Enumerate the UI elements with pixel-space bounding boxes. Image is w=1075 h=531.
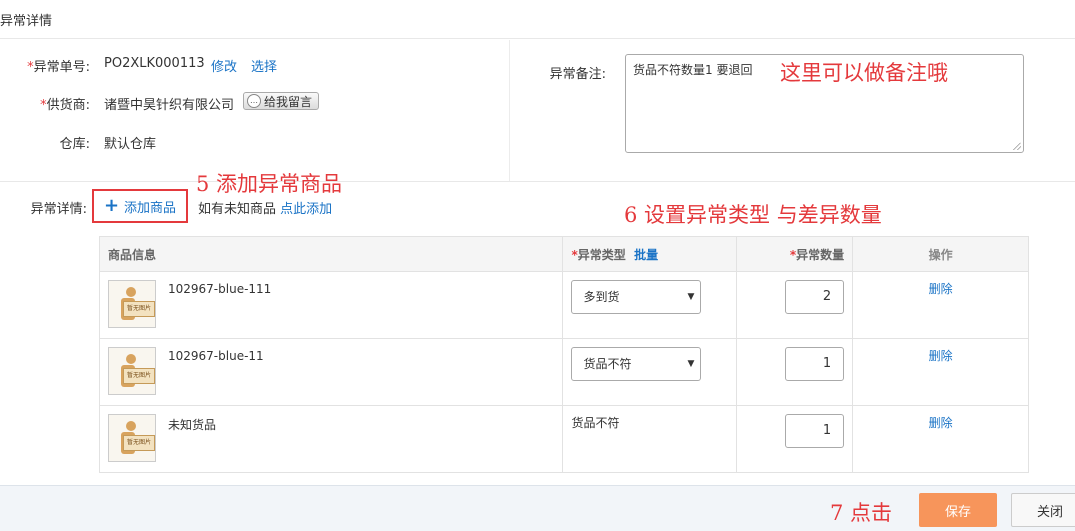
supplier-name: 诸暨中昊针织有限公司 [104, 98, 235, 113]
quantity-input[interactable]: 1 [785, 347, 845, 381]
unknown-product-hint: 如有未知商品 点此添加 [198, 202, 333, 217]
col-qty: *异常数量 [736, 236, 854, 272]
step6-annotation: 6 设置异常类型 与差异数量 [624, 203, 882, 227]
col-type: *异常类型 批量 [562, 236, 738, 272]
delete-link[interactable]: 删除 [853, 347, 1028, 364]
warehouse-label: 仓库: [59, 137, 90, 152]
add-product-button[interactable]: + 添加商品 [92, 189, 188, 223]
product-thumbnail: 暂无图片 [108, 280, 156, 328]
page-title: 异常详情 [0, 14, 53, 29]
caret-down-icon: ▼ [687, 292, 695, 302]
step5-annotation: 5 添加异常商品 [196, 172, 343, 196]
table-row: 暂无图片 未知货品 货品不符 1 删除 [98, 405, 1029, 473]
exception-type-text: 货品不符 [571, 416, 620, 430]
col-info: 商品信息 [98, 236, 564, 272]
product-name: 102967-blue-111 [168, 282, 272, 296]
table-header: 商品信息 *异常类型 批量 *异常数量 操作 [98, 236, 1029, 272]
edit-link[interactable]: 修改 [211, 56, 237, 75]
exception-type-select[interactable]: 货品不符 ▼ [571, 347, 702, 381]
footer-bar [0, 485, 1075, 531]
remark-annotation: 这里可以做备注哦 [780, 61, 948, 85]
order-number: PO2XLK000113 [104, 56, 205, 71]
order-label: *异常单号: [27, 60, 90, 75]
caret-down-icon: ▼ [687, 359, 695, 369]
header-divider [0, 38, 1075, 39]
section-divider [0, 181, 1075, 182]
close-button[interactable]: 关闭 [1011, 493, 1075, 527]
save-button[interactable]: 保存 [919, 493, 997, 527]
product-name: 未知货品 [168, 418, 217, 432]
form-column-divider [509, 40, 510, 182]
quantity-input[interactable]: 1 [785, 414, 845, 448]
add-unknown-link[interactable]: 点此添加 [280, 202, 332, 217]
product-name: 102967-blue-11 [168, 349, 264, 363]
product-thumbnail: 暂无图片 [108, 414, 156, 462]
details-label: 异常详情: [30, 202, 87, 217]
warehouse-value: 默认仓库 [104, 137, 157, 152]
product-thumbnail: 暂无图片 [108, 347, 156, 395]
table-row: 暂无图片 102967-blue-11 货品不符 ▼ 1 删除 [98, 338, 1029, 406]
remark-label: 异常备注: [549, 67, 606, 82]
col-ops: 操作 [852, 236, 1029, 272]
step7-annotation: 7 点击 [830, 501, 893, 525]
exception-type-select[interactable]: 多到货 ▼ [571, 280, 702, 314]
select-link[interactable]: 选择 [251, 56, 277, 75]
leave-message-button[interactable]: … 给我留言 [243, 92, 319, 110]
chat-icon: … [247, 94, 261, 108]
exception-table: 商品信息 *异常类型 批量 *异常数量 操作 暂无图片 102967-blue-… [98, 236, 1029, 473]
table-row: 暂无图片 102967-blue-111 多到货 ▼ 2 删除 [98, 271, 1029, 339]
batch-link[interactable]: 批量 [634, 248, 658, 262]
quantity-input[interactable]: 2 [785, 280, 845, 314]
supplier-label: *供货商: [40, 98, 90, 113]
resize-grip-icon[interactable] [1013, 142, 1021, 150]
delete-link[interactable]: 删除 [853, 280, 1028, 297]
delete-link[interactable]: 删除 [853, 414, 1028, 431]
plus-icon: + [103, 195, 120, 216]
